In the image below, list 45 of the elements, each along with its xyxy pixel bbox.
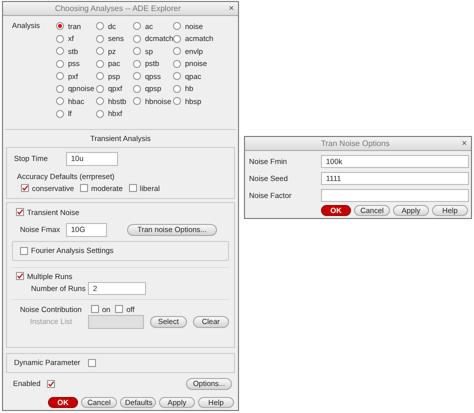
checkbox[interactable]: [128, 184, 137, 192]
radio-button[interactable]: [173, 34, 181, 42]
radio-button[interactable]: [173, 47, 181, 55]
radio-button[interactable]: [56, 72, 64, 80]
radio-button[interactable]: [96, 72, 104, 80]
checkbox[interactable]: [91, 305, 99, 313]
radio-button[interactable]: [173, 60, 181, 68]
checkbox[interactable]: [80, 184, 88, 192]
radio-button[interactable]: [133, 34, 141, 42]
radio-button[interactable]: [133, 97, 141, 105]
radio-button[interactable]: [133, 72, 141, 80]
radio-button[interactable]: [96, 110, 104, 118]
close-button[interactable]: ×: [462, 139, 467, 148]
radio-button[interactable]: [56, 60, 64, 68]
radio-button[interactable]: [96, 22, 104, 30]
input-field[interactable]: [321, 189, 469, 202]
checkbox[interactable]: [21, 184, 29, 192]
radio-button[interactable]: [173, 22, 181, 30]
checkbox[interactable]: [16, 272, 24, 280]
checkbox[interactable]: [46, 380, 55, 388]
radio-button[interactable]: [56, 22, 64, 30]
radio-button[interactable]: [133, 84, 141, 92]
radio-button[interactable]: [173, 84, 181, 92]
radio-button[interactable]: [56, 84, 64, 92]
radio-button[interactable]: [96, 97, 104, 105]
radio-button[interactable]: [173, 72, 181, 80]
radio-button[interactable]: [56, 110, 64, 118]
radio-button[interactable]: [133, 47, 141, 55]
close-button[interactable]: ×: [228, 4, 234, 13]
radio-button[interactable]: [133, 60, 141, 68]
checkbox[interactable]: [16, 208, 24, 216]
window-title: Choosing Analyses -- ADE Explorer: [54, 4, 182, 13]
checkbox[interactable]: [20, 246, 28, 254]
window-title: Tran Noise Options: [320, 139, 391, 148]
radio-button[interactable]: [133, 22, 141, 30]
radio-button[interactable]: [96, 84, 104, 92]
checkbox[interactable]: [115, 305, 124, 313]
checkbox[interactable]: [88, 358, 96, 366]
radio-button[interactable]: [56, 47, 64, 55]
radio-button[interactable]: [173, 97, 181, 105]
radio-button[interactable]: [96, 60, 104, 68]
radio-button[interactable]: [96, 47, 104, 55]
radio-button[interactable]: [96, 34, 104, 42]
radio-button[interactable]: [56, 97, 64, 105]
radio-button[interactable]: [56, 34, 64, 42]
